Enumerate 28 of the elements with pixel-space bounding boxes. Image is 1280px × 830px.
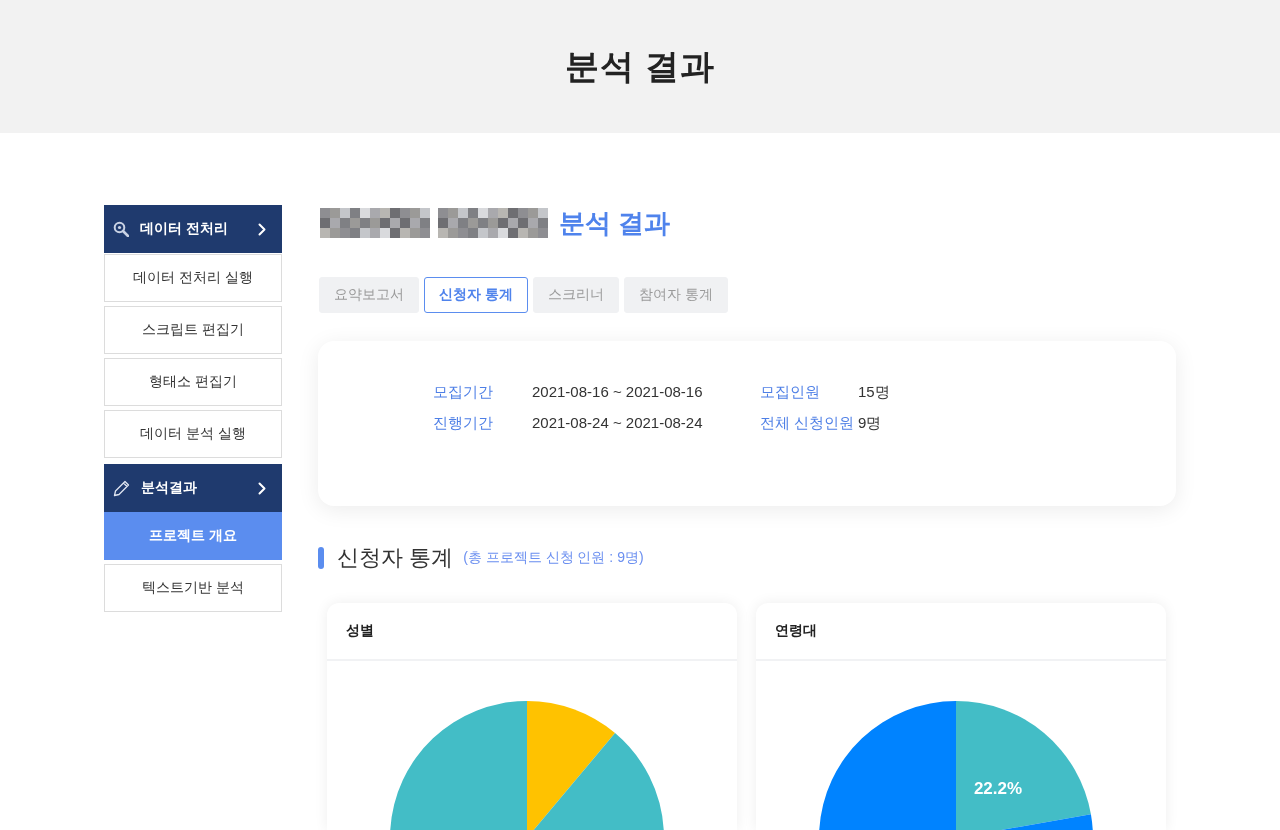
sidebar-group-header[interactable]: 데이터 전처리 bbox=[104, 205, 282, 253]
chevron-right-icon bbox=[258, 222, 266, 236]
sidebar-item[interactable]: 텍스트기반 분석 bbox=[104, 564, 282, 612]
accent-bar bbox=[318, 547, 324, 569]
sidebar-item[interactable]: 데이터 분석 실행 bbox=[104, 410, 282, 458]
field-label: 모집인원 bbox=[760, 382, 820, 402]
field-label: 전체 신청인원 bbox=[760, 413, 855, 433]
tab[interactable]: 신청자 통계 bbox=[424, 277, 528, 313]
header-title: 분석 결과 bbox=[564, 45, 716, 87]
field-label: 모집기간 bbox=[433, 382, 493, 402]
pencil-icon bbox=[113, 479, 130, 497]
sidebar-group-header[interactable]: 분석결과 bbox=[104, 464, 282, 512]
section-subtitle: (총 프로젝트 신청 인원 : 9명) bbox=[463, 549, 644, 567]
chart-title: 성별 bbox=[346, 622, 374, 640]
sidebar-item[interactable]: 데이터 전처리 실행 bbox=[104, 254, 282, 302]
field-value: 2021-08-24 ~ 2021-08-24 bbox=[532, 413, 703, 433]
chart-title: 연령대 bbox=[775, 622, 817, 640]
sidebar-item[interactable]: 형태소 편집기 bbox=[104, 358, 282, 406]
slice-label: 22.2% bbox=[973, 778, 1023, 798]
field-label: 진행기간 bbox=[433, 413, 493, 433]
field-value: 15명 bbox=[858, 382, 890, 402]
chevron-right-icon bbox=[258, 481, 266, 495]
search-icon bbox=[113, 221, 129, 237]
page-title: 분석 결과 bbox=[559, 206, 671, 240]
section-title: 신청자 통계 bbox=[337, 544, 454, 572]
field-value: 9명 bbox=[858, 413, 882, 433]
sidebar-item[interactable]: 스크립트 편집기 bbox=[104, 306, 282, 354]
field-value: 2021-08-16 ~ 2021-08-16 bbox=[532, 382, 703, 402]
